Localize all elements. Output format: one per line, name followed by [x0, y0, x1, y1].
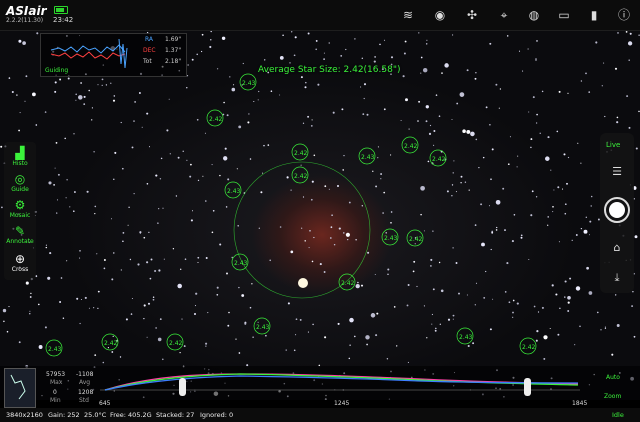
avg-label: Avg — [79, 379, 91, 386]
wifi-icon[interactable]: ≋ — [400, 7, 416, 23]
star-size-label: 2.42 — [294, 150, 308, 157]
status-bar: 3840x2160 Gain: 252 25.0°C Free: 405.2G … — [0, 408, 640, 422]
left-toolbar: ▟ Histo ◎ Guide ⚙ Mosaic ✎ Annotate ⊕ Cross — [4, 142, 36, 280]
gain: Gain: 252 — [48, 411, 80, 419]
state-indicator: Idle — [612, 411, 624, 419]
stacked-count: Stacked: 27 — [156, 411, 195, 419]
guide-graph-panel[interactable]: Guiding RA DEC Tot 1.69" 1.37" 2.18" — [40, 33, 187, 77]
guide-button-label: Guide — [11, 186, 29, 193]
dec-value: 1.37" — [165, 47, 182, 54]
star-size-label: 2.43 — [227, 188, 241, 195]
mount-icon[interactable]: ▭ — [556, 7, 572, 23]
info-icon[interactable]: ⓘ — [616, 7, 632, 23]
min-label: Min — [50, 397, 61, 404]
ra-value: 1.69" — [165, 36, 182, 43]
axis-left: 645 — [99, 400, 111, 407]
histogram-label: Histo — [12, 160, 28, 167]
image-thumbnail[interactable] — [4, 368, 36, 408]
histogram-low-handle[interactable] — [179, 378, 186, 396]
star-size-label: 2.43 — [48, 346, 62, 353]
guide-icon: ◎ — [14, 172, 26, 186]
total-value: 2.18" — [165, 58, 182, 65]
std-value: 1208 — [78, 389, 94, 396]
dec-label: DEC — [143, 47, 156, 54]
focuser-icon[interactable]: ◍ — [526, 7, 542, 23]
guide-title: Guiding — [45, 67, 69, 74]
annotate-label: Annotate — [6, 238, 34, 245]
save-icon[interactable]: ⤓ — [609, 271, 625, 285]
avg-value: -1108 — [76, 371, 94, 378]
shutter-button[interactable] — [604, 197, 630, 223]
histogram-graph — [100, 373, 580, 396]
app-logo: ASIair — [6, 4, 47, 18]
max-label: Max — [50, 379, 63, 386]
star-size-label: 2.43 — [459, 334, 473, 341]
battery-icon — [54, 6, 68, 14]
histogram-button[interactable]: ▟ Histo — [4, 146, 36, 167]
right-toolbar: Live ☰ ⌂ ⤓ — [600, 133, 634, 293]
crosshair-icon: ⊕ — [14, 252, 26, 266]
star-size-label: 2.42 — [169, 340, 183, 347]
filter-wheel-icon[interactable]: ✣ — [464, 7, 480, 23]
histogram-panel[interactable]: 645 1245 1845 — [0, 366, 640, 408]
app-version: 2.2.2(11.30) — [6, 17, 44, 24]
telescope-icon[interactable]: ⌖ — [496, 7, 512, 23]
star-size-label: 2.42 — [404, 143, 418, 150]
zoom-button[interactable]: Zoom — [604, 393, 621, 400]
top-bar: ASIair 2.2.2(11.30) 23:42 ≋ ◉ ✣ ⌖ ◍ ▭ ▮ … — [0, 0, 640, 31]
menu-icon[interactable]: ☰ — [609, 165, 625, 178]
auto-stretch-button[interactable]: Auto — [606, 374, 620, 381]
live-mode-button[interactable]: Live — [606, 141, 620, 149]
star-size-label: 2.42 — [341, 280, 355, 287]
axis-mid: 1245 — [334, 400, 350, 407]
sky-overlay: 2.42 2.43 2.42 2.43 2.42 2.43 2.42 2.42 2.43 2.42… — [0, 30, 640, 400]
star-size-label: 2.42 — [294, 173, 308, 180]
ra-label: RA — [145, 36, 154, 43]
asiair-screen: 2.42 2.43 2.42 2.43 2.42 2.43 2.42 2.42 2.43 2.42… — [0, 0, 640, 422]
star-size-label: 2.43 — [234, 260, 248, 267]
star-pattern-icon — [10, 374, 26, 400]
stack-icon[interactable]: ⌂ — [609, 241, 625, 254]
annotate-icon: ✎ — [14, 224, 26, 238]
star-size-label: 2.42 — [209, 116, 223, 123]
star-size-label: 2.43 — [242, 80, 256, 87]
star-size-label: 2.42 — [522, 344, 536, 351]
star-size-label: 2.42 — [432, 156, 446, 163]
histogram-high-handle[interactable] — [524, 378, 531, 396]
sensor-temp: 25.0°C — [84, 411, 107, 419]
storage-icon[interactable]: ▮ — [586, 7, 602, 23]
camera-icon[interactable]: ◉ — [432, 7, 448, 23]
mosaic-icon: ⚙ — [14, 198, 26, 212]
mosaic-label: Mosaic — [9, 212, 31, 219]
resolution: 3840x2160 — [6, 411, 43, 419]
min-value: 0 — [53, 389, 57, 396]
mosaic-button[interactable]: ⚙ Mosaic — [4, 198, 36, 219]
histogram-icon: ▟ — [15, 146, 25, 160]
free-space: Free: 405.2G — [110, 411, 152, 419]
star-size-label: 2.42 — [104, 340, 118, 347]
star-size-label: 2.43 — [256, 324, 270, 331]
star-size-label: 2.43 — [384, 235, 398, 242]
cross-button[interactable]: ⊕ Cross — [4, 252, 36, 273]
guide-button[interactable]: ◎ Guide — [4, 172, 36, 193]
clock: 23:42 — [53, 16, 74, 24]
std-label: Std — [79, 397, 89, 404]
star-size-label: 2.43 — [361, 154, 375, 161]
live-image[interactable]: 2.42 2.43 2.42 2.43 2.42 2.43 2.42 2.42 2.43 2.42… — [0, 30, 640, 400]
star-size-label: 2.42 — [409, 236, 423, 243]
average-star-size: Average Star Size: 2.42(16.58") — [258, 65, 401, 75]
total-label: Tot — [143, 58, 152, 65]
axis-right: 1845 — [572, 400, 588, 407]
annotate-button[interactable]: ✎ Annotate — [4, 224, 36, 245]
ignored-count: Ignored: 0 — [200, 411, 234, 419]
max-value: 57953 — [46, 371, 66, 378]
cross-label: Cross — [11, 266, 29, 273]
